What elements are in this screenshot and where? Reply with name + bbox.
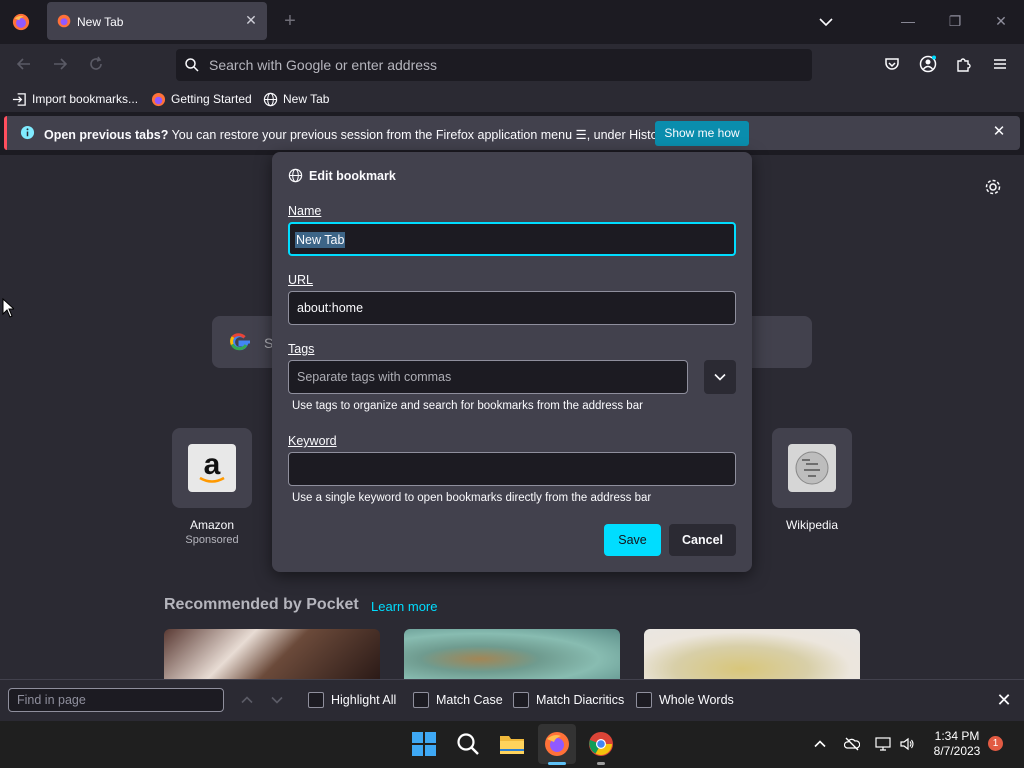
tags-hint: Use tags to organize and search for book… [292, 400, 643, 412]
volume-icon[interactable] [899, 736, 915, 752]
keyword-hint: Use a single keyword to open bookmarks d… [292, 492, 652, 504]
tab-title: New Tab [77, 15, 124, 29]
highlight-all-checkbox[interactable]: Highlight All [308, 692, 396, 708]
keyword-field[interactable] [288, 452, 736, 486]
clock-date: 8/7/2023 [933, 744, 981, 758]
forward-arrow-icon[interactable] [51, 55, 69, 73]
back-arrow-icon[interactable] [15, 55, 33, 73]
search-icon [185, 58, 199, 72]
tab-strip: New Tab ✕ + — ❐ ✕ [0, 0, 1024, 44]
account-icon[interactable] [919, 55, 937, 73]
new-tab-plus-icon[interactable]: + [281, 11, 299, 31]
restore-icon[interactable]: ❐ [946, 12, 964, 30]
system-clock[interactable]: 1:34 PM 8/7/2023 [928, 729, 986, 759]
name-label: Name [288, 204, 322, 218]
search-icon[interactable] [455, 731, 481, 757]
match-diacritics-checkbox[interactable]: Match Diacritics [513, 692, 624, 708]
url-label: URL [288, 273, 314, 287]
keyword-label: Keyword [288, 434, 337, 448]
notification-message: Open previous tabs? You can restore your… [44, 128, 671, 142]
find-input[interactable] [8, 688, 224, 712]
bookmark-label: Import bookmarks... [32, 92, 139, 106]
match-case-checkbox[interactable]: Match Case [413, 692, 503, 708]
url-field[interactable] [288, 291, 736, 325]
chevron-down-icon[interactable] [818, 14, 834, 30]
firefox-logo-icon[interactable] [12, 13, 30, 31]
name-selected-text: New Tab [295, 232, 346, 248]
import-icon [12, 92, 26, 106]
globe-icon [288, 168, 303, 183]
window-close-icon[interactable]: ✕ [992, 12, 1010, 30]
bookmark-label: New Tab [283, 92, 330, 106]
mouse-cursor-icon [2, 298, 14, 318]
pocket-card-image[interactable] [164, 629, 380, 679]
clock-time: 1:34 PM [934, 729, 980, 743]
pocket-learn-more-link[interactable]: Learn more [371, 599, 437, 614]
pocket-card-image[interactable] [404, 629, 620, 679]
bookmark-getting-started[interactable]: Getting Started [151, 90, 252, 108]
notification-badge[interactable]: 1 [988, 736, 1003, 751]
close-notification-icon[interactable]: ✕ [992, 124, 1006, 139]
extensions-icon[interactable] [955, 55, 973, 73]
url-input[interactable] [209, 55, 789, 75]
firefox-favicon-icon [57, 14, 71, 28]
file-explorer-icon[interactable] [499, 731, 525, 757]
find-previous-icon[interactable] [240, 693, 254, 707]
edit-bookmark-dialog: Edit bookmark Name New Tab URL Tags Use … [272, 152, 752, 572]
svg-text:a: a [204, 448, 221, 481]
top-site-wikipedia[interactable] [772, 428, 852, 508]
amazon-logo-icon: a [188, 444, 236, 492]
windows-start-icon[interactable] [411, 731, 437, 757]
tags-label: Tags [288, 342, 315, 356]
minimize-icon[interactable]: — [899, 12, 917, 30]
pocket-icon[interactable] [883, 55, 901, 73]
bookmark-label: Getting Started [171, 92, 252, 106]
chevron-down-icon [714, 373, 726, 381]
name-field[interactable] [288, 222, 736, 256]
reload-icon[interactable] [87, 55, 105, 73]
tags-field[interactable] [288, 360, 688, 394]
running-indicator [548, 762, 566, 765]
dialog-title: Edit bookmark [288, 168, 396, 183]
top-site-label: Amazon [189, 518, 235, 532]
show-me-how-button[interactable]: Show me how [655, 121, 749, 146]
save-button[interactable]: Save [604, 524, 661, 556]
wikipedia-logo-icon [788, 444, 836, 492]
whole-words-checkbox[interactable]: Whole Words [636, 692, 734, 708]
menu-hamburger-icon[interactable] [991, 55, 1009, 73]
tags-dropdown-button[interactable] [704, 360, 736, 394]
find-next-icon[interactable] [270, 693, 284, 707]
bookmark-import[interactable]: Import bookmarks... [12, 90, 138, 108]
firefox-taskbar-icon[interactable] [544, 731, 570, 757]
globe-icon [263, 92, 278, 106]
tab-new-tab[interactable]: New Tab ✕ [47, 2, 267, 40]
network-icon[interactable] [875, 736, 891, 752]
chrome-taskbar-icon[interactable] [588, 731, 614, 757]
session-restore-notification: Open previous tabs? You can restore your… [4, 116, 1020, 150]
pocket-heading: Recommended by Pocket [164, 596, 359, 613]
cancel-button[interactable]: Cancel [669, 524, 736, 556]
top-site-amazon[interactable]: a [172, 428, 252, 508]
google-logo-icon [230, 333, 250, 351]
top-site-sponsored: Sponsored [185, 534, 239, 546]
bookmark-new-tab[interactable]: New Tab [263, 90, 329, 108]
info-icon [20, 125, 35, 140]
firefox-favicon-icon [151, 92, 166, 106]
pocket-card-image[interactable] [644, 629, 860, 679]
close-tab-icon[interactable]: ✕ [243, 12, 259, 28]
close-find-bar-icon[interactable]: ✕ [996, 691, 1012, 709]
running-indicator [597, 762, 605, 765]
gear-icon[interactable] [984, 178, 1002, 196]
address-bar[interactable] [176, 49, 812, 81]
top-site-label: Wikipedia [785, 518, 839, 532]
chevron-up-icon[interactable] [812, 736, 828, 752]
onedrive-offline-icon[interactable] [844, 736, 860, 752]
